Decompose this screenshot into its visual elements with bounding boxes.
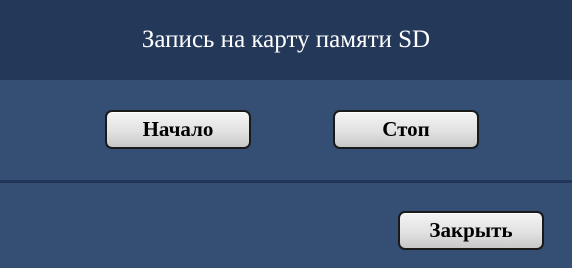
sd-recording-dialog: Запись на карту памяти SD Начало Стоп За… [0,0,572,276]
dialog-title: Запись на карту памяти SD [141,26,431,53]
dialog-bottom-edge [0,268,572,276]
start-button[interactable]: Начало [105,110,251,149]
dialog-title-bar: Запись на карту памяти SD [0,0,572,80]
close-button[interactable]: Закрыть [398,211,544,250]
recording-controls [0,80,572,180]
stop-button[interactable]: Стоп [333,110,479,149]
